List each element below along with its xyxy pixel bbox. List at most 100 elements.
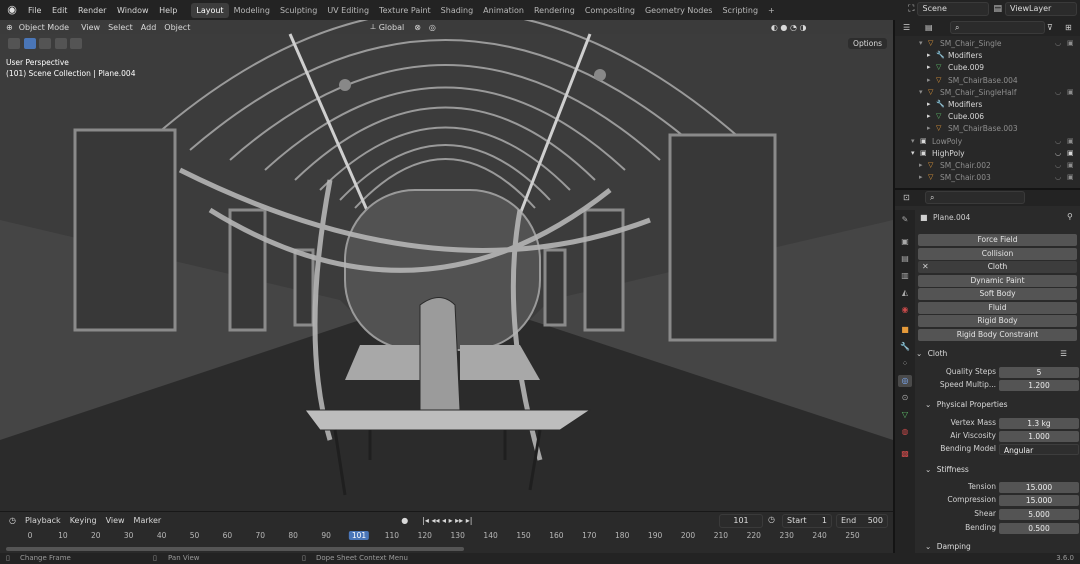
tab-shading[interactable]: Shading	[436, 3, 479, 18]
options-dropdown[interactable]: Options	[848, 38, 887, 49]
menu-window[interactable]: Window	[117, 6, 149, 15]
expand-arrow-icon[interactable]: ▾	[911, 149, 915, 157]
editor-type-clock-icon[interactable]: ◷	[9, 516, 16, 525]
world-tab-icon[interactable]: ◉	[898, 304, 912, 316]
bending-model-dropdown[interactable]: Angular	[999, 444, 1079, 455]
visibility-eye-icon[interactable]: ◡	[1055, 88, 1061, 96]
particles-tab-icon[interactable]: ⁘	[898, 358, 912, 370]
editor-type-icon[interactable]: ⊕	[6, 23, 13, 32]
speed-multiplier-field[interactable]: 1.200	[999, 380, 1079, 391]
select-box-intersect-icon[interactable]	[70, 38, 83, 49]
select-tool-icon[interactable]	[8, 38, 20, 49]
cloth-panel-header[interactable]: ⌄ Cloth ☰	[916, 347, 1079, 361]
frame-tick[interactable]: 40	[157, 531, 167, 540]
render-camera-icon[interactable]: ▣	[1067, 173, 1074, 181]
damping-header[interactable]: ⌄ Damping	[925, 540, 1080, 553]
blender-logo-icon[interactable]: ◉	[4, 2, 20, 18]
view-layer-field[interactable]: ViewLayer	[1005, 2, 1077, 16]
soft-body-button[interactable]: Soft Body	[918, 288, 1077, 300]
outliner-row[interactable]: ▾ ▣ HighPoly ◡ ▣	[895, 148, 1080, 160]
menu-help[interactable]: Help	[159, 6, 177, 15]
timeline-scrollbar[interactable]	[6, 547, 464, 551]
bending-field[interactable]: 0.500	[999, 523, 1079, 534]
physical-properties-header[interactable]: ⌄ Physical Properties	[925, 398, 1080, 412]
tool-select-box[interactable]	[8, 38, 83, 51]
scene-tab-icon[interactable]: ◭	[898, 287, 912, 299]
outliner-row[interactable]: ▸ 🔧 Modifiers	[895, 99, 1080, 111]
outliner-row[interactable]: ▸ ▽ SM_ChairBase.003	[895, 123, 1080, 135]
render-camera-icon[interactable]: ▣	[1067, 161, 1074, 169]
frame-tick[interactable]: 0	[28, 531, 33, 540]
menu-edit[interactable]: Edit	[52, 6, 68, 15]
tab-scripting[interactable]: Scripting	[717, 3, 763, 18]
compression-field[interactable]: 15.000	[999, 495, 1079, 506]
frame-tick[interactable]: 20	[91, 531, 101, 540]
proportional-edit-icon[interactable]: ◎	[429, 23, 436, 32]
expand-arrow-icon[interactable]: ▸	[919, 161, 923, 169]
air-viscosity-field[interactable]: 1.000	[999, 431, 1079, 442]
select-menu[interactable]: Select	[108, 23, 133, 32]
modifiers-tab-icon[interactable]: 🔧	[898, 341, 912, 353]
outliner-row[interactable]: ▾ ▽ SM_Chair_SingleHalf ◡ ▣	[895, 87, 1080, 99]
frame-tick[interactable]: 240	[812, 531, 826, 540]
scene-field[interactable]: Scene	[917, 2, 990, 16]
view-menu[interactable]: View	[81, 23, 100, 32]
visibility-eye-icon[interactable]: ◡	[1055, 137, 1061, 145]
outliner-row[interactable]: ▸ 🔧 Modifiers	[895, 50, 1080, 62]
tool-tab-icon[interactable]: ✎	[898, 214, 912, 226]
quality-steps-field[interactable]: 5	[999, 367, 1079, 378]
object-menu[interactable]: Object	[164, 23, 190, 32]
tab-layout[interactable]: Layout	[191, 2, 229, 18]
expand-arrow-icon[interactable]: ▸	[927, 112, 931, 120]
frame-tick[interactable]: 101	[348, 531, 370, 540]
expand-arrow-icon[interactable]: ▸	[927, 100, 931, 108]
3d-viewport[interactable]: ⊕ Object Mode View Select Add Object ⟂ G…	[0, 20, 893, 511]
tab-uv-editing[interactable]: UV Editing	[322, 3, 374, 18]
current-frame-field[interactable]: 101	[719, 514, 763, 528]
orientation-dropdown[interactable]: Global	[379, 23, 405, 32]
frame-tick[interactable]: 60	[223, 531, 233, 540]
outliner-row[interactable]: ▸ ▽ SM_Chair.003 ◡ ▣	[895, 172, 1080, 184]
tension-field[interactable]: 15.000	[999, 482, 1079, 493]
start-frame-field[interactable]: Start 1	[782, 514, 832, 528]
data-tab-icon[interactable]: ▽	[898, 409, 912, 421]
object-tab-icon[interactable]: ■	[898, 324, 912, 336]
expand-arrow-icon[interactable]: ▸	[927, 124, 931, 132]
keying-menu[interactable]: Keying	[70, 516, 97, 525]
dynamic-paint-button[interactable]: Dynamic Paint	[918, 275, 1077, 287]
frame-tick[interactable]: 80	[288, 531, 298, 540]
render-camera-icon[interactable]: ▣	[1067, 88, 1074, 96]
texture-tab-icon[interactable]: ▩	[898, 448, 912, 460]
visibility-eye-icon[interactable]: ◡	[1055, 39, 1061, 47]
frame-tick[interactable]: 250	[845, 531, 859, 540]
tab-compositing[interactable]: Compositing	[580, 3, 640, 18]
expand-arrow-icon[interactable]: ▾	[919, 39, 923, 47]
frame-tick[interactable]: 200	[681, 531, 695, 540]
outliner-row[interactable]: ▾ ▽ SM_Chair_Single ◡ ▣	[895, 38, 1080, 50]
vertex-mass-field[interactable]: 1.3 kg	[999, 418, 1079, 429]
render-tab-icon[interactable]: ▣	[898, 236, 912, 248]
tab-sculpting[interactable]: Sculpting	[275, 3, 322, 18]
properties-search-input[interactable]: ⌕	[925, 191, 1025, 204]
render-camera-icon[interactable]: ▣	[1067, 137, 1074, 145]
expand-arrow-icon[interactable]: ▸	[927, 63, 931, 71]
outliner-row[interactable]: ▸ ▽ Cube.009	[895, 62, 1080, 74]
frame-tick[interactable]: 210	[714, 531, 728, 540]
expand-arrow-icon[interactable]: ▾	[911, 137, 915, 145]
fluid-button[interactable]: Fluid	[918, 302, 1077, 314]
filter-icon[interactable]: ⊽	[1047, 23, 1053, 32]
frame-tick[interactable]: 50	[190, 531, 200, 540]
frame-tick[interactable]: 90	[321, 531, 331, 540]
remove-cloth-icon[interactable]: ✕	[922, 262, 929, 271]
viewport-shading-icons[interactable]: ◐ ● ◔ ◑	[771, 23, 807, 32]
frame-tick[interactable]: 130	[451, 531, 465, 540]
frame-tick[interactable]: 10	[58, 531, 68, 540]
snap-icon[interactable]: ⊗	[414, 23, 421, 32]
frame-tick[interactable]: 190	[648, 531, 662, 540]
expand-arrow-icon[interactable]: ▸	[927, 76, 931, 84]
expand-arrow-icon[interactable]: ▸	[919, 173, 923, 181]
expand-arrow-icon[interactable]: ▸	[927, 51, 931, 59]
frame-tick[interactable]: 140	[483, 531, 497, 540]
rigid-body-constraint-button[interactable]: Rigid Body Constraint	[918, 329, 1077, 341]
marker-menu[interactable]: Marker	[134, 516, 162, 525]
